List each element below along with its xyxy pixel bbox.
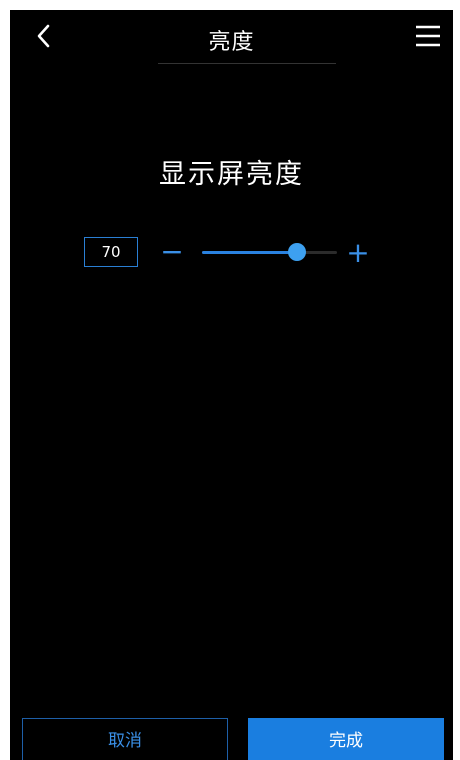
- done-button[interactable]: 完成: [248, 718, 444, 760]
- page-title: 亮度: [208, 30, 255, 55]
- brightness-control: 70 − +: [10, 235, 453, 275]
- section-title: 显示屏亮度: [159, 159, 304, 190]
- slider-thumb[interactable]: [287, 243, 306, 261]
- slider-fill: [202, 251, 297, 254]
- brightness-screen: 亮度 显示屏亮度 70 − + 取消 完成: [10, 10, 453, 760]
- brightness-value-field[interactable]: 70: [84, 237, 138, 267]
- increase-button[interactable]: +: [346, 235, 370, 271]
- title-divider: [158, 63, 336, 64]
- brightness-slider[interactable]: [202, 243, 337, 261]
- cancel-button[interactable]: 取消: [22, 718, 228, 760]
- hamburger-menu-icon: [416, 25, 440, 47]
- decrease-button[interactable]: −: [160, 235, 184, 271]
- menu-button[interactable]: [413, 22, 443, 50]
- header: 亮度: [10, 10, 453, 66]
